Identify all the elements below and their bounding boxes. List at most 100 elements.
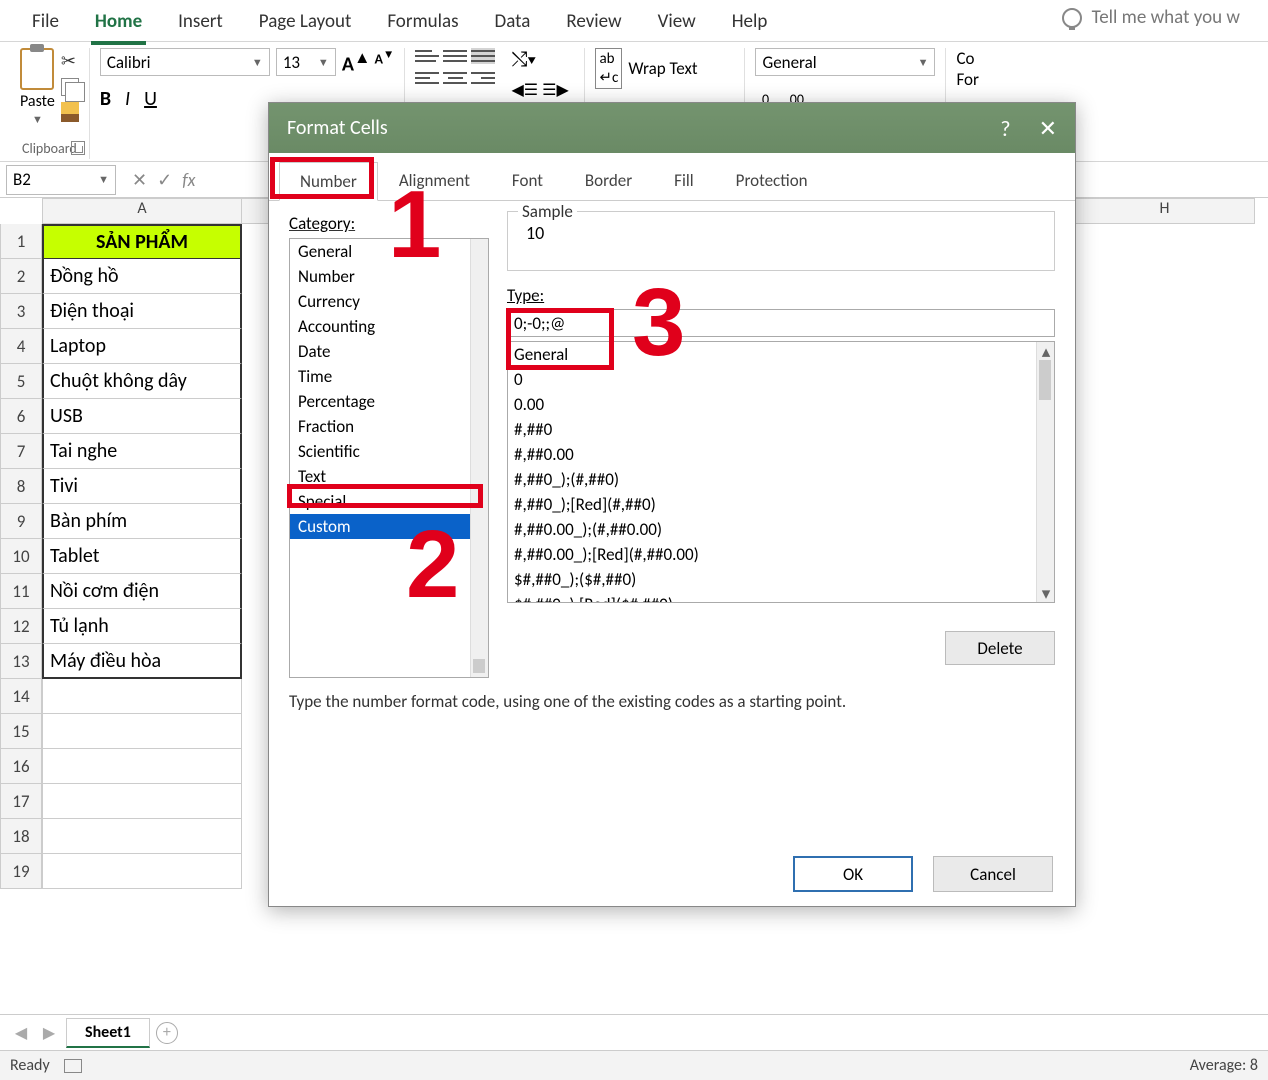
row-2[interactable]: 2: [0, 259, 42, 294]
tab-file[interactable]: File: [28, 6, 63, 41]
scroll-down-icon[interactable]: ▾: [1037, 584, 1055, 602]
cell-A19[interactable]: [42, 854, 242, 889]
fmt-1[interactable]: 0: [508, 367, 1054, 392]
cell-A9[interactable]: Bàn phím: [42, 504, 242, 539]
fx-icon[interactable]: fx: [182, 169, 195, 191]
cells[interactable]: SẢN PHẨM Đồng hồ Điện thoại Laptop Chuột…: [42, 224, 242, 889]
dlg-tab-border[interactable]: Border: [564, 161, 653, 200]
cell-A7[interactable]: Tai nghe: [42, 434, 242, 469]
sheet-nav-prev[interactable]: ◀: [10, 1022, 32, 1044]
fmt-8[interactable]: #,##0.00_);[Red](#,##0.00): [508, 542, 1054, 567]
delete-button[interactable]: Delete: [945, 631, 1055, 665]
col-A[interactable]: A: [42, 198, 242, 224]
cat-accounting[interactable]: Accounting: [290, 314, 488, 339]
cat-time[interactable]: Time: [290, 364, 488, 389]
cell-A1[interactable]: SẢN PHẨM: [42, 224, 242, 259]
align-center[interactable]: [443, 70, 467, 86]
fmt-9[interactable]: $#,##0_);($#,##0): [508, 567, 1054, 592]
font-size-select[interactable]: 13▼: [276, 48, 336, 76]
cell-A5[interactable]: Chuột không dây: [42, 364, 242, 399]
row-5[interactable]: 5: [0, 364, 42, 399]
increase-font-icon[interactable]: A▲: [342, 48, 371, 77]
dlg-tab-font[interactable]: Font: [491, 161, 564, 200]
align-left[interactable]: [415, 70, 439, 86]
fmt-4[interactable]: #,##0.00: [508, 442, 1054, 467]
row-7[interactable]: 7: [0, 434, 42, 469]
fmt-5[interactable]: #,##0_);(#,##0): [508, 467, 1054, 492]
fmt-6[interactable]: #,##0_);[Red](#,##0): [508, 492, 1054, 517]
fmt-0[interactable]: General: [508, 342, 1054, 367]
type-input[interactable]: [507, 309, 1055, 337]
cat-percentage[interactable]: Percentage: [290, 389, 488, 414]
cell-A11[interactable]: Nồi cơm điện: [42, 574, 242, 609]
cat-scientific[interactable]: Scientific: [290, 439, 488, 464]
row-18[interactable]: 18: [0, 819, 42, 854]
scroll-up-icon[interactable]: ▴: [1037, 342, 1055, 360]
wrap-text-button[interactable]: ab↵c Wrap Text: [595, 48, 697, 89]
copy-button[interactable]: [61, 78, 79, 96]
close-icon[interactable]: ✕: [1039, 115, 1057, 142]
row-3[interactable]: 3: [0, 294, 42, 329]
format-list[interactable]: General 0 0.00 #,##0 #,##0.00 #,##0_);(#…: [507, 341, 1055, 603]
align-top[interactable]: [415, 48, 439, 64]
fmt-10[interactable]: $#,##0_);[Red]($#,##0): [508, 592, 1054, 603]
sheet-nav-next[interactable]: ▶: [38, 1022, 60, 1044]
col-H[interactable]: H: [1075, 198, 1255, 224]
row-19[interactable]: 19: [0, 854, 42, 889]
cut-button[interactable]: ✂: [61, 50, 79, 72]
fmt-3[interactable]: #,##0: [508, 417, 1054, 442]
row-8[interactable]: 8: [0, 469, 42, 504]
tab-help[interactable]: Help: [728, 6, 772, 41]
row-1[interactable]: 1: [0, 224, 42, 259]
row-13[interactable]: 13: [0, 644, 42, 679]
sheet-tab-1[interactable]: Sheet1: [66, 1018, 150, 1048]
increase-indent[interactable]: ☰▶: [542, 80, 569, 100]
tab-review[interactable]: Review: [562, 6, 625, 41]
name-box[interactable]: B2▼: [6, 165, 116, 195]
category-scrollbar[interactable]: [470, 239, 488, 677]
cell-A6[interactable]: USB: [42, 399, 242, 434]
orientation-button[interactable]: ⤭▾: [511, 48, 568, 72]
number-format-select[interactable]: General▼: [755, 48, 935, 76]
enter-formula-icon[interactable]: ✓: [157, 169, 172, 191]
tab-formulas[interactable]: Formulas: [383, 6, 462, 41]
align-middle[interactable]: [443, 48, 467, 64]
cancel-formula-icon[interactable]: ✕: [132, 169, 147, 191]
category-list[interactable]: General Number Currency Accounting Date …: [289, 238, 489, 678]
cat-fraction[interactable]: Fraction: [290, 414, 488, 439]
cell-A10[interactable]: Tablet: [42, 539, 242, 574]
decrease-font-icon[interactable]: A▼: [374, 48, 394, 77]
format-painter-button[interactable]: [61, 102, 79, 122]
dlg-tab-number[interactable]: Number: [279, 162, 378, 201]
cancel-button[interactable]: Cancel: [933, 856, 1053, 892]
align-right[interactable]: [471, 70, 495, 86]
cat-special[interactable]: Special: [290, 489, 488, 514]
ok-button[interactable]: OK: [793, 856, 913, 892]
cell-A2[interactable]: Đồng hồ: [42, 259, 242, 294]
align-bottom[interactable]: [471, 48, 495, 64]
font-name-select[interactable]: Calibri▼: [100, 48, 270, 76]
cell-A18[interactable]: [42, 819, 242, 854]
cat-currency[interactable]: Currency: [290, 289, 488, 314]
bold-button[interactable]: B: [100, 87, 111, 111]
row-16[interactable]: 16: [0, 749, 42, 784]
dlg-tab-protection[interactable]: Protection: [715, 161, 829, 200]
row-17[interactable]: 17: [0, 784, 42, 819]
dialog-titlebar[interactable]: Format Cells ? ✕: [269, 103, 1075, 153]
tab-page-layout[interactable]: Page Layout: [255, 6, 356, 41]
row-10[interactable]: 10: [0, 539, 42, 574]
dlg-tab-fill[interactable]: Fill: [653, 161, 715, 200]
row-6[interactable]: 6: [0, 399, 42, 434]
fmt-7[interactable]: #,##0.00_);(#,##0.00): [508, 517, 1054, 542]
dlg-tab-alignment[interactable]: Alignment: [378, 161, 491, 200]
cell-A15[interactable]: [42, 714, 242, 749]
row-9[interactable]: 9: [0, 504, 42, 539]
tab-data[interactable]: Data: [491, 6, 535, 41]
cell-A4[interactable]: Laptop: [42, 329, 242, 364]
cell-A14[interactable]: [42, 679, 242, 714]
cat-custom[interactable]: Custom: [290, 514, 488, 539]
cell-A17[interactable]: [42, 784, 242, 819]
cat-date[interactable]: Date: [290, 339, 488, 364]
tab-insert[interactable]: Insert: [174, 6, 227, 41]
record-macro-icon[interactable]: [64, 1059, 82, 1073]
